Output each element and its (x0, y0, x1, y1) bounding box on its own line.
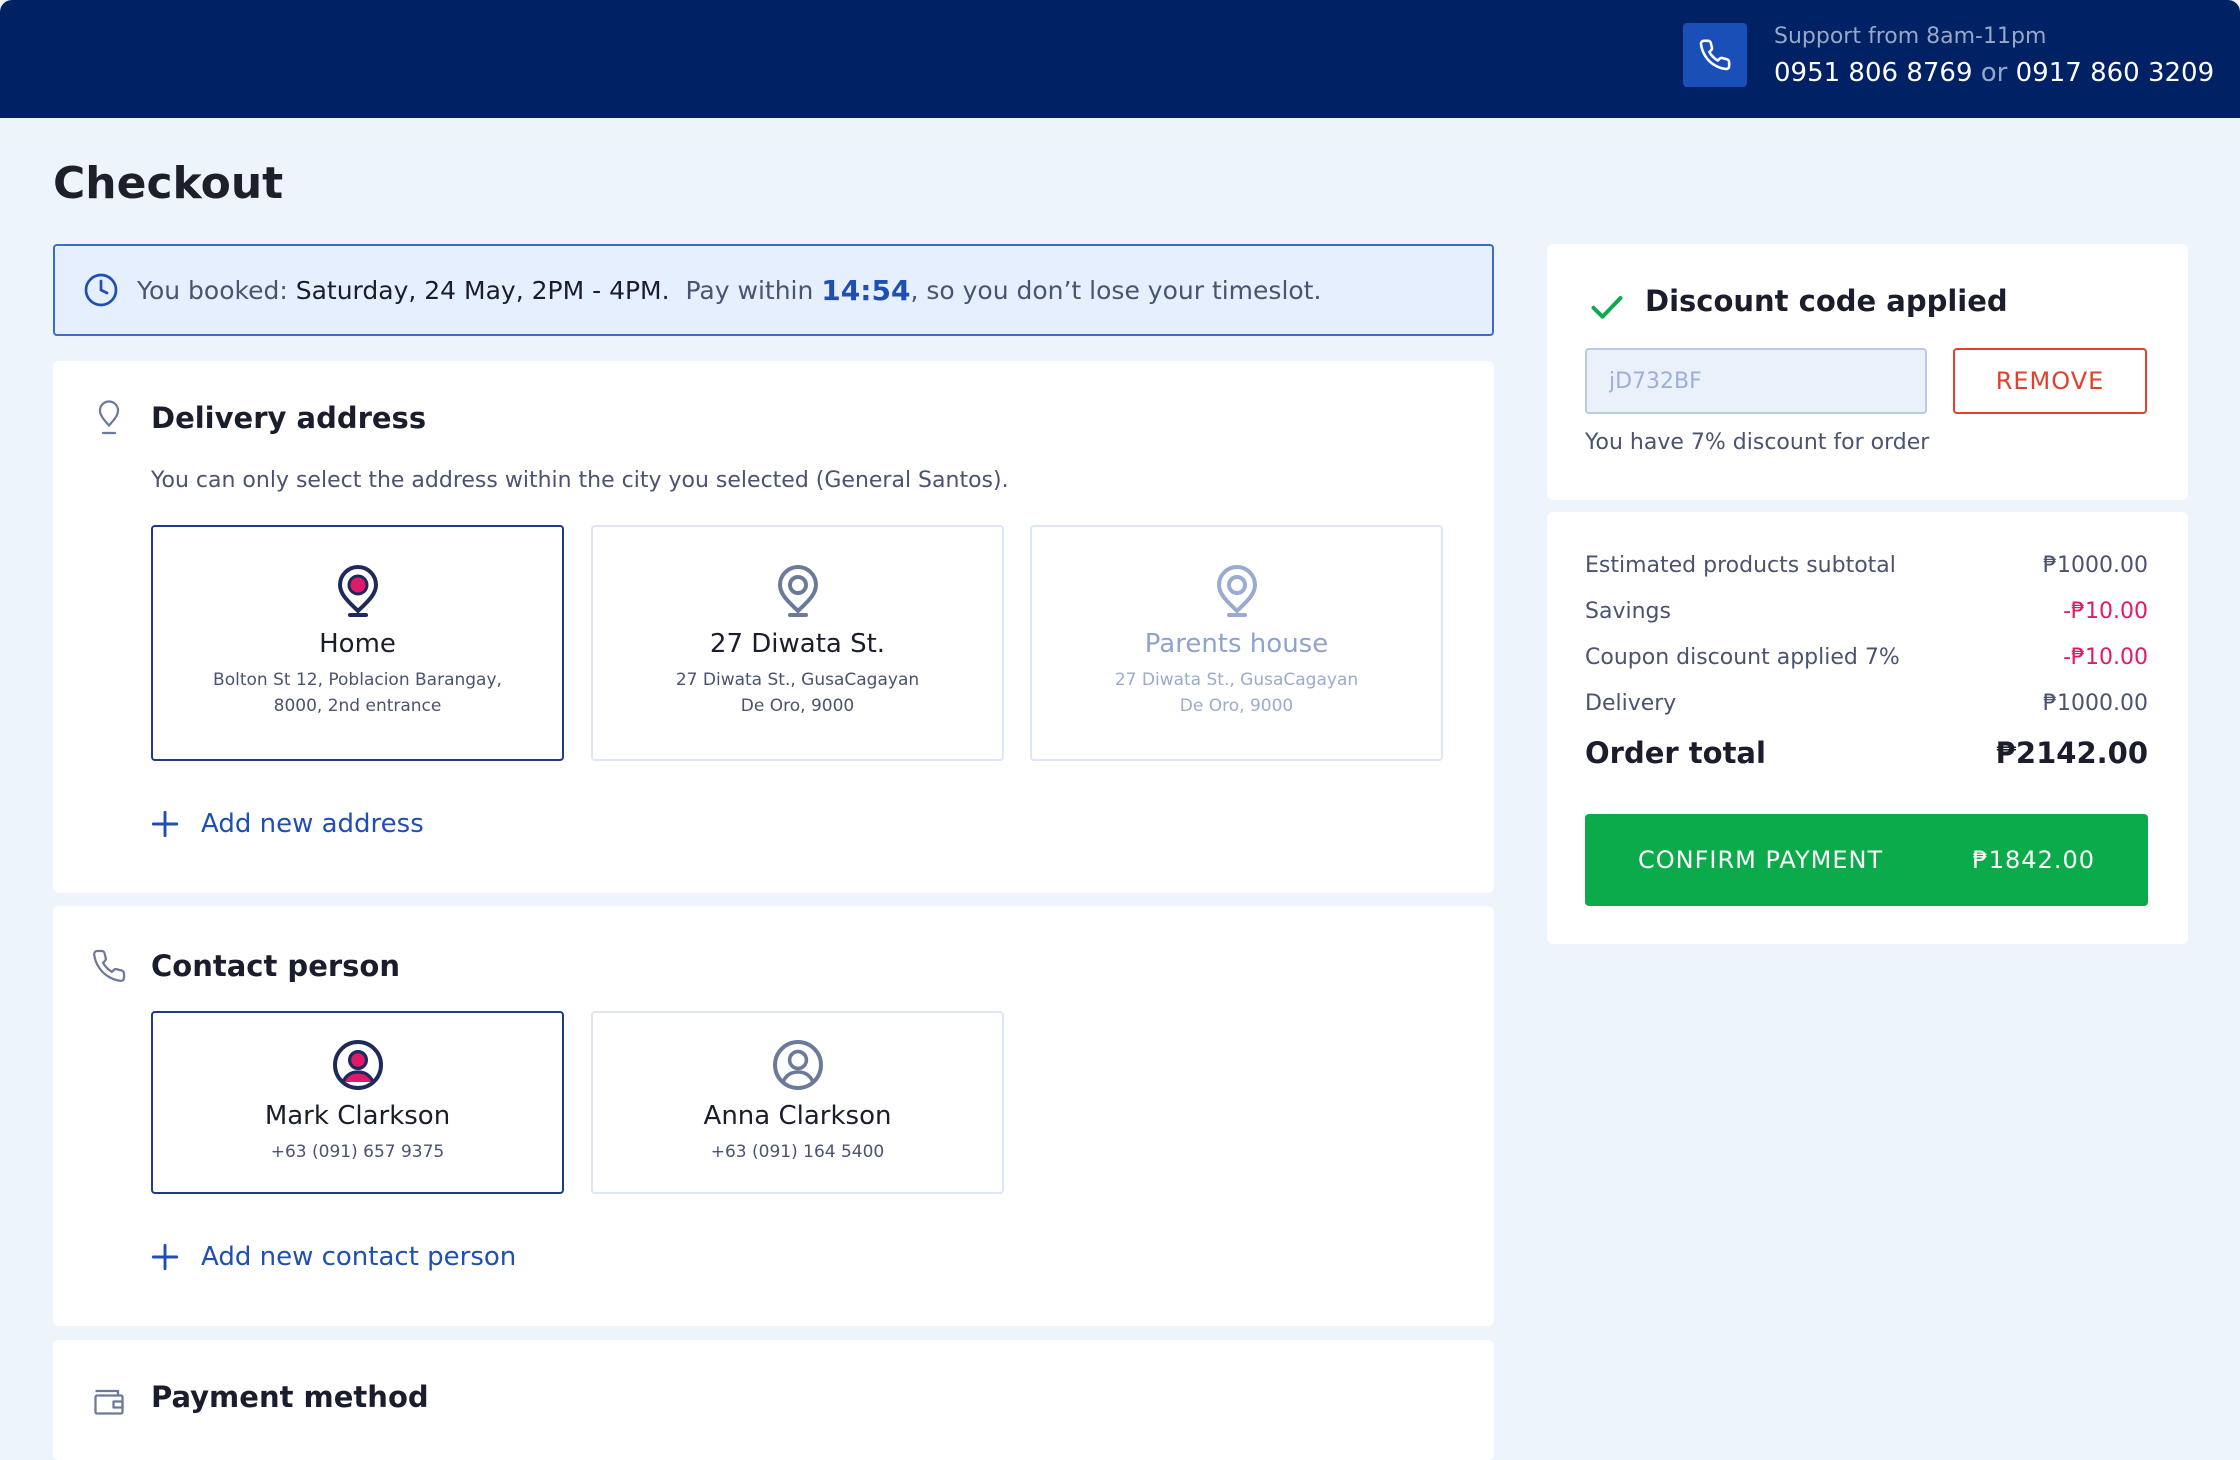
address-name: 27 Diwata St. (709, 629, 886, 659)
order-total-label: Order total (1585, 736, 1766, 770)
discount-note: You have 7% discount for order (1585, 430, 1930, 455)
summary-value: ₱1000.00 (2043, 691, 2148, 716)
contact-name: Anna Clarkson (703, 1101, 892, 1131)
summary-row-total: Order total ₱2142.00 (1585, 736, 2148, 770)
pay-within-label: Pay within (685, 275, 814, 305)
discount-card: Discount code applied REMOVE You have 7%… (1547, 244, 2188, 500)
top-header-bar: Support from 8am-11pm 0951 806 8769 or 0… (0, 0, 2240, 118)
address-detail: 27 Diwata St., GusaCagayan De Oro, 9000 (675, 670, 920, 716)
clock-icon (84, 273, 118, 307)
support-phone-1[interactable]: 0951 806 8769 (1774, 58, 1973, 88)
summary-label: Estimated products subtotal (1585, 553, 1896, 578)
discount-title: Discount code applied (1645, 284, 2008, 318)
order-total-value: ₱2142.00 (1995, 736, 2148, 770)
order-summary-card: Estimated products subtotal ₱1000.00 Sav… (1547, 512, 2188, 944)
wallet-icon (94, 1389, 124, 1415)
support-phone-2[interactable]: 0917 860 3209 (2016, 58, 2215, 88)
address-name: Parents house (1144, 629, 1329, 659)
discount-code-input[interactable] (1585, 348, 1927, 414)
user-avatar-icon (332, 1040, 383, 1090)
summary-row-subtotal: Estimated products subtotal ₱1000.00 (1585, 553, 2148, 578)
confirm-payment-button[interactable]: CONFIRM PAYMENT ₱1842.00 (1585, 814, 2148, 906)
check-icon (1591, 296, 1623, 319)
summary-row-savings: Savings -₱10.00 (1585, 599, 2148, 624)
booking-banner: You booked: Saturday, 24 May, 2PM - 4PM.… (53, 244, 1494, 336)
plus-icon (151, 810, 179, 838)
address-detail: 27 Diwata St., GusaCagayan De Oro, 9000 (1114, 670, 1359, 716)
booking-suffix: , so you don’t lose your timeslot. (910, 275, 1322, 305)
summary-value: -₱10.00 (2063, 599, 2148, 624)
location-pin-icon (1216, 564, 1257, 617)
address-name: Home (319, 629, 396, 659)
address-option-parents-house[interactable]: Parents house 27 Diwata St., GusaCagayan… (1030, 525, 1443, 761)
payment-method-title: Payment method (151, 1380, 429, 1414)
plus-icon (151, 1243, 179, 1271)
support-hours: Support from 8am-11pm (1774, 24, 2047, 49)
payment-method-card: Payment method (53, 1340, 1494, 1460)
summary-label: Delivery (1585, 691, 1677, 716)
contact-name: Mark Clarkson (264, 1101, 451, 1131)
add-new-contact-link[interactable]: Add new contact person (151, 1242, 516, 1272)
support-phones: 0951 806 8769 or 0917 860 3209 (1774, 58, 2214, 88)
phone-icon[interactable] (1683, 23, 1747, 87)
add-new-contact-label: Add new contact person (201, 1242, 517, 1272)
countdown-timer: 14:54 (821, 273, 911, 307)
add-new-address-label: Add new address (201, 809, 424, 839)
summary-label: Coupon discount applied 7% (1585, 645, 1900, 670)
summary-value: ₱1000.00 (2043, 553, 2148, 578)
phone-separator: or (1980, 58, 2008, 88)
location-pin-icon (777, 564, 818, 617)
summary-value: -₱10.00 (2063, 645, 2148, 670)
summary-label: Savings (1585, 599, 1671, 624)
address-option-home[interactable]: Home Bolton St 12, Poblacion Barangay, 80… (151, 525, 564, 761)
booking-prefix: You booked: (137, 275, 288, 305)
address-option-diwata[interactable]: 27 Diwata St. 27 Diwata St., GusaCagayan… (591, 525, 1004, 761)
contact-phone: +63 (091) 164 5400 (710, 1142, 885, 1162)
add-new-address-link[interactable]: Add new address (151, 809, 424, 839)
contact-option-anna[interactable]: Anna Clarkson +63 (091) 164 5400 (591, 1011, 1004, 1194)
delivery-address-title: Delivery address (151, 401, 427, 435)
summary-row-coupon: Coupon discount applied 7% -₱10.00 (1585, 645, 2148, 670)
delivery-address-note: You can only select the address within t… (151, 468, 1009, 493)
summary-row-delivery: Delivery ₱1000.00 (1585, 691, 2148, 716)
contact-option-mark[interactable]: Mark Clarkson +63 (091) 657 9375 (151, 1011, 564, 1194)
contact-phone: +63 (091) 657 9375 (270, 1142, 445, 1162)
contact-person-title: Contact person (151, 949, 400, 983)
location-pin-icon (337, 564, 378, 617)
confirm-payment-label: CONFIRM PAYMENT (1638, 846, 1884, 874)
user-avatar-icon (772, 1040, 823, 1090)
page-title: Checkout (53, 158, 284, 209)
phone-icon (93, 949, 126, 982)
address-detail: Bolton St 12, Poblacion Barangay, 8000, 2… (213, 670, 502, 716)
booking-slot: Saturday, 24 May, 2PM - 4PM. (295, 275, 670, 305)
remove-discount-button[interactable]: REMOVE (1953, 348, 2147, 414)
confirm-payment-amount: ₱1842.00 (1972, 846, 2095, 874)
contact-person-card: Contact person Mark Clarkson +63 (091) 6… (53, 906, 1494, 1326)
delivery-address-card: Delivery address You can only select the… (53, 361, 1494, 893)
map-pin-icon (98, 400, 120, 435)
